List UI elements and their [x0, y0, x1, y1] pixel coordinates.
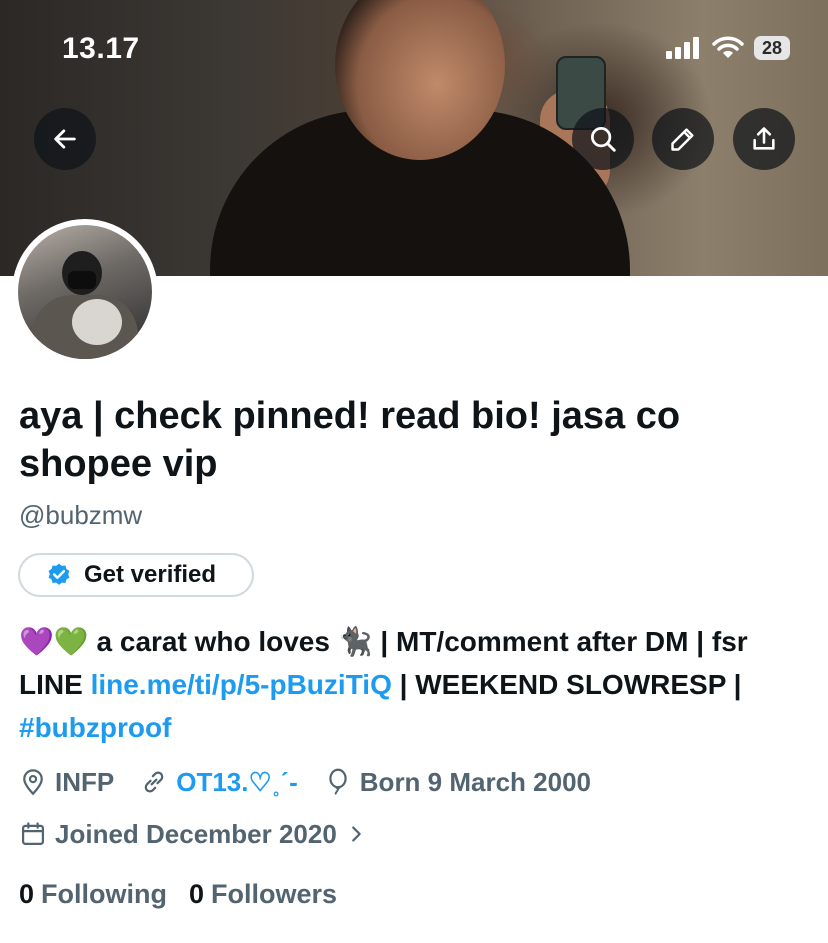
avatar-photo-dog: [72, 299, 122, 345]
calendar-icon: [21, 822, 45, 846]
birthday-text: Born 9 March 2000: [359, 766, 591, 797]
edit-button[interactable]: [652, 108, 714, 170]
profile-meta-row: INFP OT13.♡˳ˊ- Born 9 March 2000: [19, 762, 617, 802]
balloon-icon: [329, 768, 347, 795]
display-name: aya | check pinned! read bio! jasa co sh…: [19, 395, 681, 485]
verified-badge-icon: [48, 563, 70, 585]
status-indicators: 28: [665, 36, 790, 60]
bio-hashtag-link[interactable]: #bubzproof: [19, 712, 171, 743]
joined-text: Joined December 2020: [55, 818, 337, 849]
bio-line-link[interactable]: line.me/ti/p/5-pBuziTiQ: [91, 669, 392, 700]
bio-text-3: | WEEKEND SLOWRESP |: [399, 669, 742, 700]
get-verified-label: Get verified: [84, 561, 217, 588]
avatar-photo-mask: [68, 271, 96, 289]
birthday-item: Born 9 March 2000: [324, 767, 591, 798]
wifi-icon: [712, 36, 744, 58]
location-icon: [23, 769, 43, 796]
location-item: INFP: [19, 767, 114, 798]
pencil-icon: [671, 128, 694, 151]
link-icon: [144, 771, 164, 793]
get-verified-button[interactable]: Get verified: [18, 553, 254, 597]
share-icon: [753, 127, 775, 150]
battery-indicator: 28: [753, 36, 790, 60]
bio: 💜💚 a carat who loves 🐈‍⬛ | MT/comment af…: [19, 620, 814, 749]
bio-heart-emojis: 💜💚: [19, 625, 89, 658]
bio-cat-emoji: 🐈‍⬛: [337, 625, 373, 658]
website-link[interactable]: OT13.♡˳ˊ-: [176, 767, 298, 798]
avatar-photo: [18, 225, 152, 359]
follow-counts: 0 Following 0 Followers: [19, 874, 359, 914]
search-icon: [591, 127, 616, 152]
following-label: Following: [41, 878, 168, 909]
bio-text-1: a carat who loves: [96, 626, 330, 657]
back-button[interactable]: [34, 108, 96, 170]
avatar[interactable]: [12, 219, 158, 365]
search-button[interactable]: [572, 108, 634, 170]
website-item[interactable]: OT13.♡˳ˊ-: [140, 767, 298, 798]
followers-link[interactable]: 0 Followers: [189, 879, 337, 910]
chevron-right-icon: [351, 826, 361, 842]
status-time: 13.17: [62, 32, 140, 65]
handle: @bubzmw: [19, 500, 143, 530]
followers-label: Followers: [211, 878, 338, 909]
back-arrow-icon: [54, 129, 76, 149]
following-link[interactable]: 0 Following: [19, 879, 167, 910]
location-text: INFP: [55, 766, 115, 797]
share-button[interactable]: [733, 108, 795, 170]
joined-item[interactable]: Joined December 2020: [19, 819, 367, 850]
signal-icon: [665, 37, 699, 59]
following-count: 0: [19, 878, 35, 909]
followers-count: 0: [189, 878, 205, 909]
joined-row[interactable]: Joined December 2020: [19, 814, 393, 854]
